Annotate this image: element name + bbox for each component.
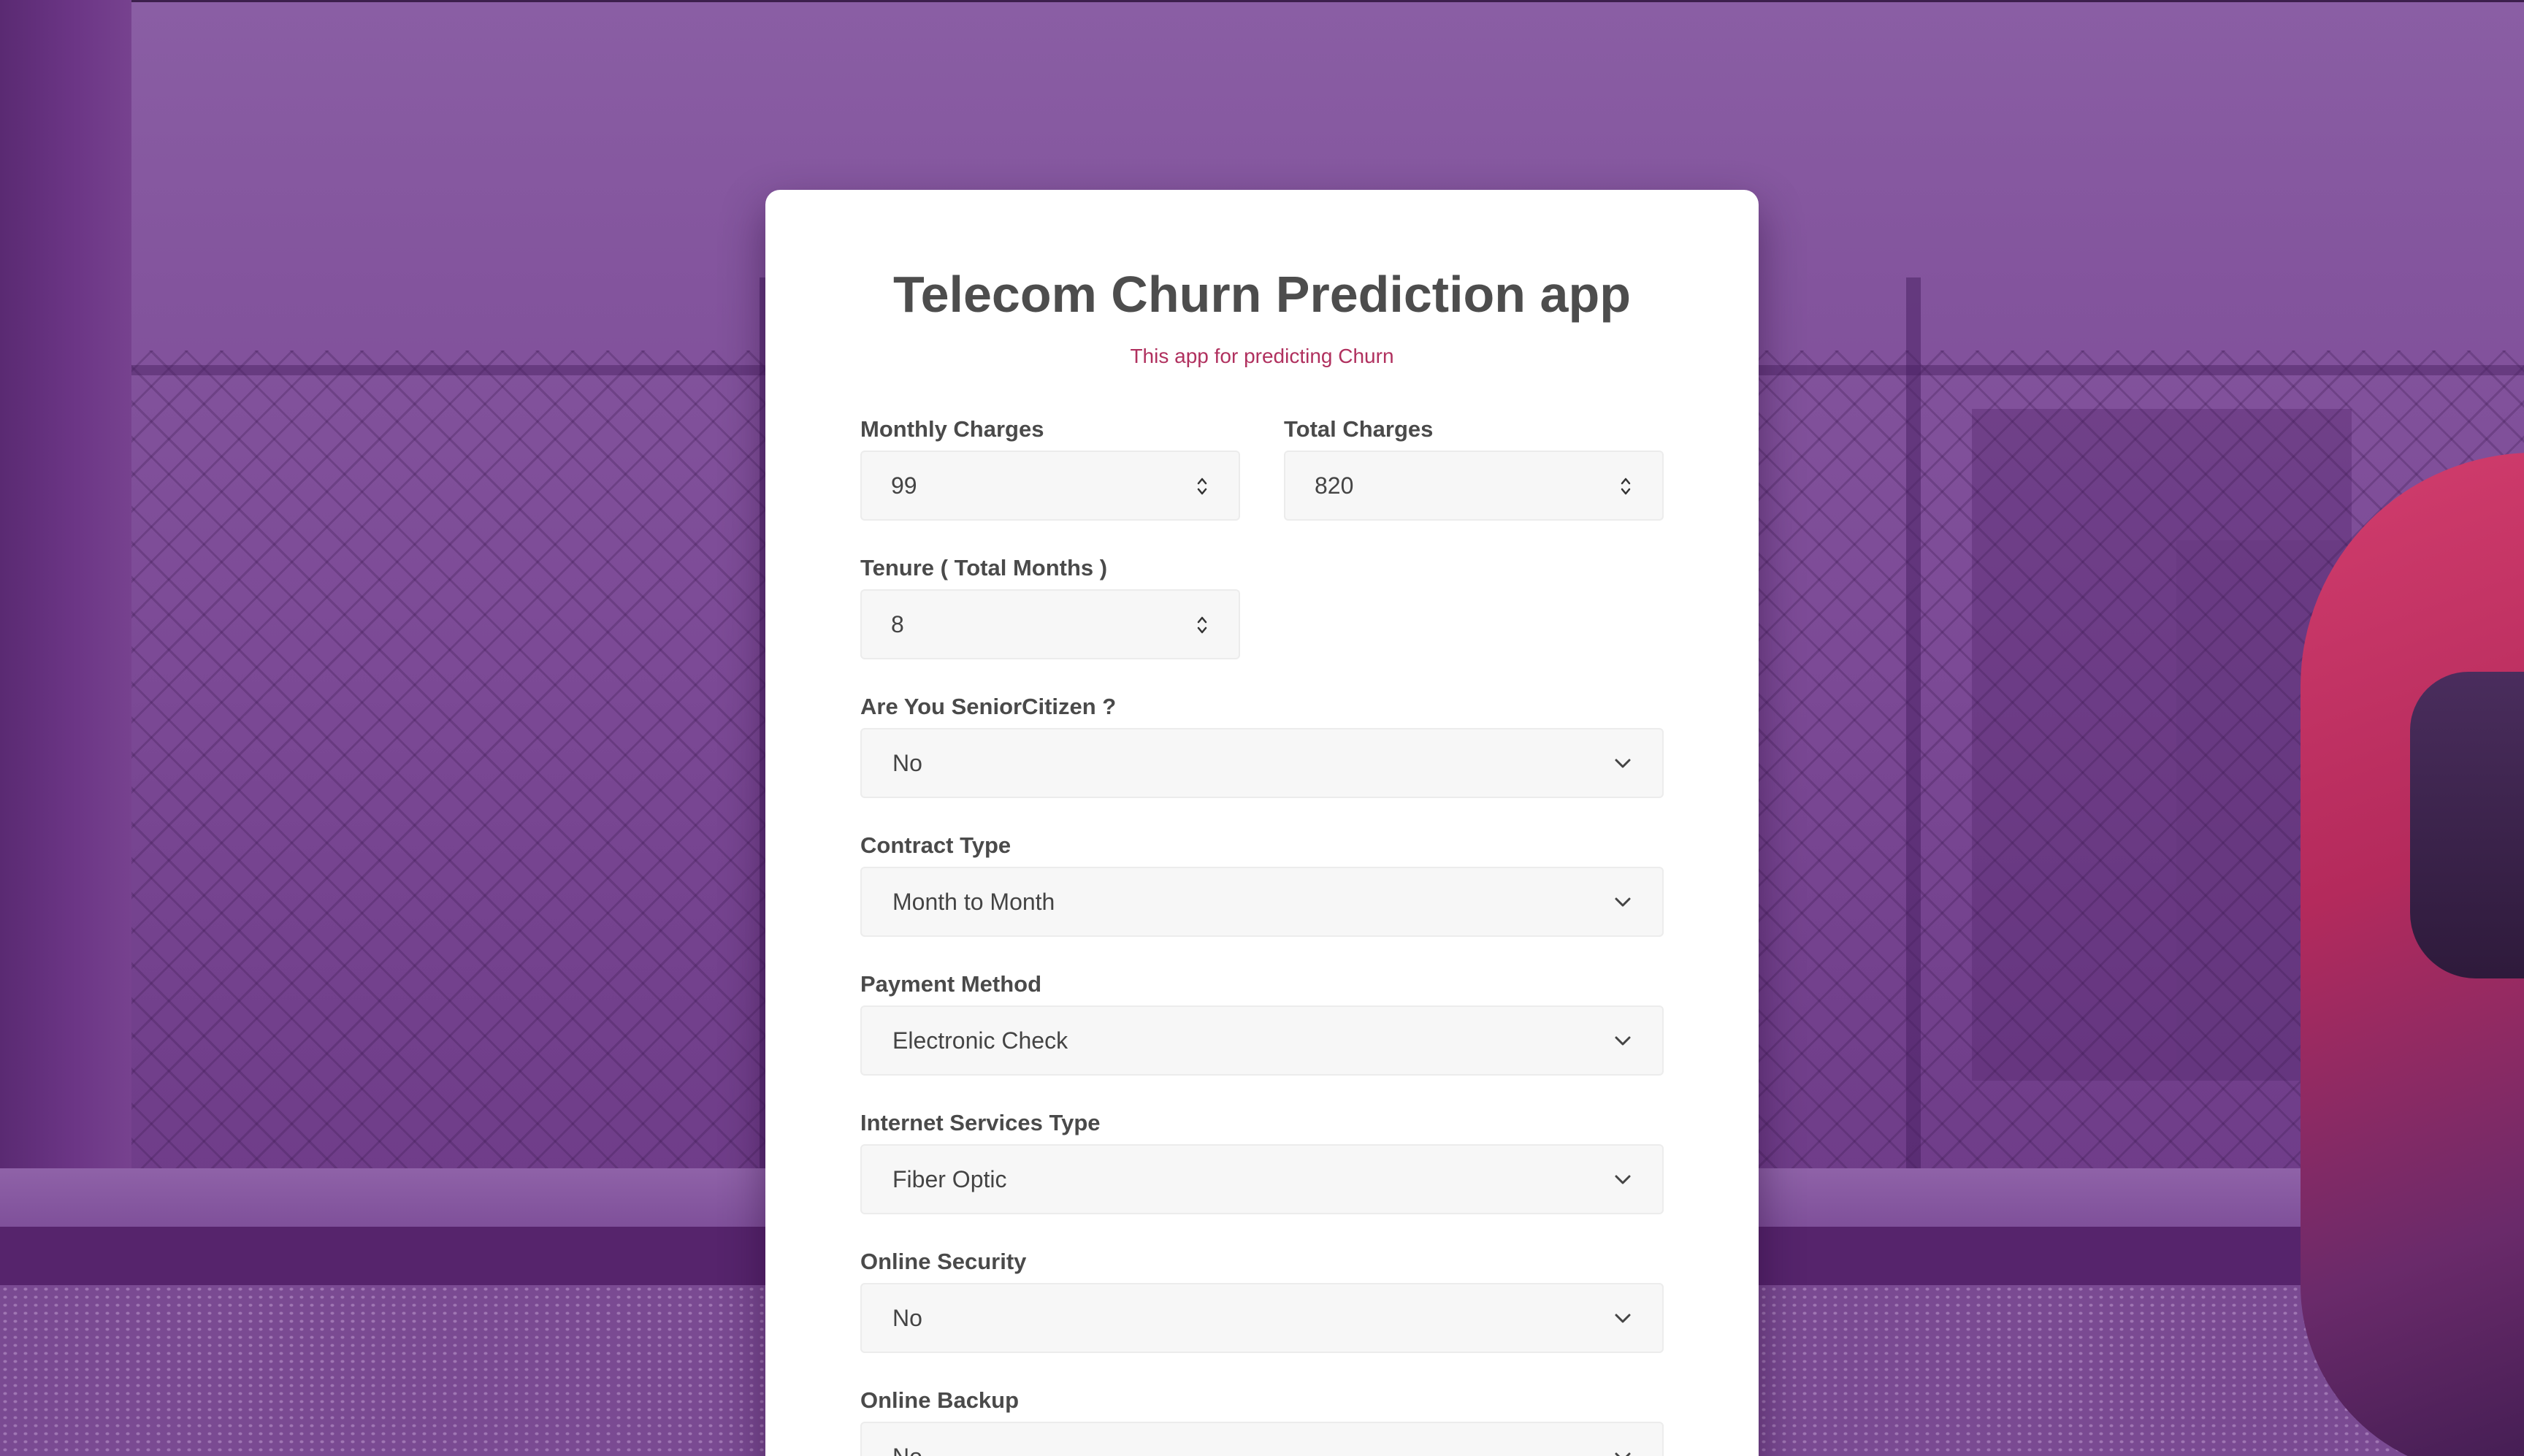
spinner-icon[interactable]: [1195, 614, 1209, 636]
senior-citizen-label: Are You SeniorCitizen ?: [860, 694, 1117, 719]
online-security-label: Online Security: [860, 1249, 1027, 1274]
background-car-headlight: [2410, 672, 2524, 978]
chevron-down-icon: [1615, 897, 1631, 907]
internet-service-select[interactable]: Fiber Optic: [860, 1144, 1664, 1214]
monthly-charges-label: Monthly Charges: [860, 416, 1044, 442]
chevron-down-icon: [1615, 1036, 1631, 1046]
online-backup-select[interactable]: No: [860, 1422, 1664, 1456]
online-backup-label: Online Backup: [860, 1387, 1020, 1413]
chevron-down-icon: [1615, 1314, 1631, 1323]
total-charges-value: 820: [1315, 472, 1354, 499]
prediction-form-card: Telecom Churn Prediction app This app fo…: [765, 190, 1759, 1456]
background-fence-post: [1906, 277, 1921, 1168]
spinner-icon[interactable]: [1618, 475, 1633, 497]
chevron-down-icon: [1615, 1452, 1631, 1456]
top-border: [0, 0, 2524, 2]
monthly-charges-value: 99: [891, 472, 917, 499]
senior-citizen-value: No: [892, 750, 922, 776]
payment-method-value: Electronic Check: [892, 1027, 1068, 1054]
payment-method-select[interactable]: Electronic Check: [860, 1005, 1664, 1076]
contract-type-value: Month to Month: [892, 889, 1055, 915]
contract-type-label: Contract Type: [860, 832, 1011, 858]
online-security-value: No: [892, 1305, 922, 1331]
tenure-value: 8: [891, 611, 904, 637]
internet-service-label: Internet Services Type: [860, 1110, 1101, 1135]
senior-citizen-select[interactable]: No: [860, 728, 1664, 798]
monthly-charges-input[interactable]: 99: [860, 451, 1240, 521]
tenure-label: Tenure ( Total Months ): [860, 555, 1108, 581]
contract-type-select[interactable]: Month to Month: [860, 867, 1664, 937]
total-charges-label: Total Charges: [1284, 416, 1434, 442]
payment-method-label: Payment Method: [860, 971, 1042, 997]
tenure-input[interactable]: 8: [860, 589, 1240, 659]
spinner-icon[interactable]: [1195, 475, 1209, 497]
page-subtitle: This app for predicting Churn: [1130, 345, 1394, 367]
chevron-down-icon: [1615, 1175, 1631, 1184]
total-charges-input[interactable]: 820: [1284, 451, 1664, 521]
page-title: Telecom Churn Prediction app: [893, 266, 1631, 323]
chevron-down-icon: [1615, 759, 1631, 768]
online-backup-value: No: [892, 1445, 922, 1456]
internet-service-value: Fiber Optic: [892, 1166, 1007, 1192]
online-security-select[interactable]: No: [860, 1283, 1664, 1353]
